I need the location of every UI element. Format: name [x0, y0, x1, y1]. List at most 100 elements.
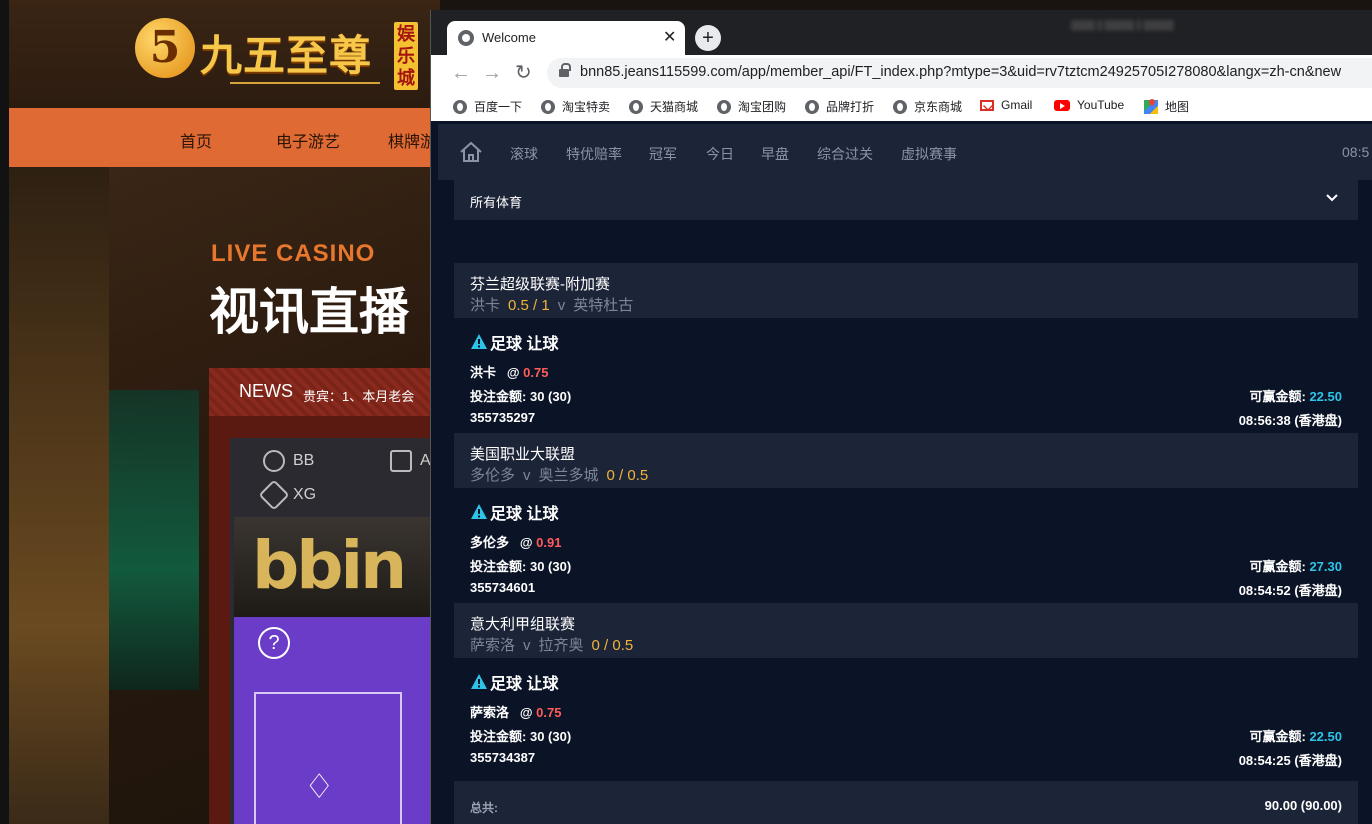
- clock-display: 08:5: [1342, 144, 1370, 160]
- new-tab-button[interactable]: +: [695, 25, 721, 51]
- background-side-art: [9, 167, 109, 824]
- game-tab-label: XG: [293, 486, 317, 503]
- bookmark-taobao-sale[interactable]: 淘宝特卖: [541, 98, 610, 115]
- nav-special-odds[interactable]: 特优赔率: [566, 144, 622, 164]
- win-value: 22.50: [1309, 389, 1342, 404]
- forward-arrow-icon[interactable]: →: [482, 61, 502, 85]
- sport-filter-value: 所有体育: [470, 195, 523, 210]
- casino-nav-slots[interactable]: 电子游艺: [276, 128, 340, 152]
- bookmark-label: 天猫商城: [650, 100, 699, 114]
- total-value: 90.00 (90.00): [1264, 798, 1342, 813]
- ticket-number: 355735297: [470, 410, 536, 425]
- selection-team: 多伦多: [470, 535, 510, 550]
- bookmark-jd[interactable]: 京东商城: [893, 98, 962, 115]
- globe-icon: [458, 30, 474, 46]
- news-ticker: NEWS 贵宾：1、本月老会: [209, 368, 440, 416]
- background-casino-site: 5 九五至尊 娱乐城 首页 电子游艺 棋牌游 LIVE CASINO 视讯直播 …: [0, 0, 440, 824]
- bet-selection: 洪卡 @ 0.75: [470, 362, 548, 381]
- browser-tab-strip: Welcome ✕ + ▯▯▯▯ | ▯▯▯▯▯ | ▯▯▯▯▯: [431, 10, 1372, 55]
- bet-history-page: 滚球 特优赔率 冠军 今日 早盘 综合过关 虚拟赛事 08:5 所有体育 芬兰超…: [438, 121, 1372, 824]
- bookmark-brand-discount[interactable]: 品牌打折: [805, 98, 874, 115]
- nav-parlay[interactable]: 综合过关: [817, 144, 873, 164]
- ticket-number: 355734601: [470, 580, 536, 595]
- bet-type: 足球 让球: [470, 330, 558, 354]
- bookmark-taobao-group[interactable]: 淘宝团购: [717, 98, 786, 115]
- selection-team: 洪卡: [470, 365, 497, 380]
- reload-icon[interactable]: ↻: [515, 61, 532, 85]
- league-name: 美国职业大联盟: [470, 446, 576, 463]
- bookmark-baidu[interactable]: 百度一下: [453, 98, 522, 115]
- versus-label: v: [557, 297, 566, 314]
- address-bar[interactable]: bnn85.jeans115599.com/app/member_api/FT_…: [547, 58, 1372, 88]
- close-icon[interactable]: ✕: [663, 27, 676, 47]
- back-arrow-icon[interactable]: ←: [451, 61, 471, 85]
- win-label: 可赢金额:: [1249, 389, 1306, 404]
- warning-icon: [471, 504, 487, 519]
- globe-icon: [893, 99, 907, 114]
- globe-icon: [453, 99, 467, 114]
- help-icon[interactable]: ?: [258, 627, 290, 659]
- versus-label: v: [523, 637, 531, 654]
- bookmark-tmall[interactable]: 天猫商城: [629, 98, 698, 115]
- bbin-game-card[interactable]: ? ♢: [234, 617, 440, 824]
- game-tab-label: BB: [293, 452, 315, 469]
- lock-icon[interactable]: [559, 63, 571, 79]
- nav-today[interactable]: 今日: [706, 144, 734, 164]
- live-casino-heading: LIVE CASINO: [211, 240, 376, 267]
- nav-early[interactable]: 早盘: [761, 144, 789, 164]
- bookmark-maps[interactable]: 地图: [1144, 98, 1189, 115]
- casino-nav-bar: 首页 电子游艺 棋牌游: [9, 108, 440, 167]
- odds-value: 0.75: [523, 365, 549, 380]
- casino-nav-cards[interactable]: 棋牌游: [388, 128, 436, 152]
- sport-filter-dropdown[interactable]: 所有体育: [454, 180, 1358, 220]
- blurred-window-title: ▯▯▯▯ | ▯▯▯▯▯ | ▯▯▯▯▯: [1071, 19, 1174, 31]
- game-tab-bb[interactable]: BB: [263, 450, 314, 472]
- sportsbook-top-nav: 滚球 特优赔率 冠军 今日 早盘 综合过关 虚拟赛事 08:5: [438, 124, 1372, 180]
- match-header: 美国职业大联盟 多伦多 v 奥兰多城 0 / 0.5: [454, 433, 1358, 488]
- bet-time: 08:56:38 (香港盘): [1238, 413, 1342, 428]
- casino-logo-badge: 娱乐城: [394, 22, 418, 90]
- total-label: 总共:: [470, 801, 498, 815]
- casino-logo-icon[interactable]: 5: [135, 18, 195, 78]
- bet-type-label: 足球 让球: [490, 676, 559, 693]
- game-tab-xg[interactable]: XG: [258, 479, 317, 511]
- stake-line: 投注金额: 30 (30): [470, 726, 571, 745]
- win-value: 27.30: [1309, 559, 1342, 574]
- chevron-down-icon: [1324, 189, 1340, 205]
- logo-flourish-divider: [230, 82, 380, 84]
- win-label: 可赢金额:: [1249, 559, 1306, 574]
- bookmark-gmail[interactable]: Gmail: [980, 98, 1032, 112]
- gmail-icon: [980, 99, 994, 111]
- nav-live[interactable]: 滚球: [510, 144, 538, 164]
- home-icon[interactable]: [459, 141, 483, 163]
- nav-virtual[interactable]: 虚拟赛事: [901, 144, 957, 164]
- stake-label: 投注金额:: [470, 559, 527, 574]
- bookmark-youtube[interactable]: YouTube: [1054, 98, 1124, 112]
- url-text[interactable]: bnn85.jeans115599.com/app/member_api/FT_…: [580, 64, 1341, 80]
- stake-value: 30 (30): [529, 389, 572, 404]
- casino-nav-home[interactable]: 首页: [180, 128, 212, 152]
- browser-toolbar: ← → ↻ bnn85.jeans115599.com/app/member_a…: [431, 55, 1372, 91]
- away-team: 奥兰多城: [538, 467, 599, 484]
- bookmark-label: Gmail: [1001, 98, 1033, 112]
- match-teams: 多伦多 v 奥兰多城 0 / 0.5: [470, 464, 648, 485]
- browser-tab-welcome[interactable]: Welcome ✕: [447, 21, 685, 55]
- odds-value: 0.91: [536, 535, 562, 550]
- globe-icon: [805, 99, 819, 114]
- casino-logo-text[interactable]: 九五至尊: [200, 22, 372, 83]
- globe-icon: [541, 99, 555, 114]
- handicap-value: 0 / 0.5: [591, 637, 634, 654]
- nav-outright[interactable]: 冠军: [649, 144, 677, 164]
- stake-label: 投注金额:: [470, 389, 527, 404]
- bet-time: 08:54:52 (香港盘): [1238, 583, 1342, 598]
- match-teams: 洪卡 0.5 / 1 v 英特杜古: [470, 294, 633, 315]
- browser-window: Welcome ✕ + ▯▯▯▯ | ▯▯▯▯▯ | ▯▯▯▯▯ ← → ↻ b…: [430, 10, 1372, 824]
- match-header: 意大利甲组联赛 萨索洛 v 拉齐奥 0 / 0.5: [454, 603, 1358, 658]
- home-team: 洪卡: [470, 297, 501, 314]
- home-team: 多伦多: [470, 467, 516, 484]
- win-line: 可赢金额: 27.30: [1249, 556, 1342, 575]
- handicap-value: 0.5 / 1: [508, 297, 550, 314]
- bbin-banner[interactable]: bbin: [234, 517, 440, 617]
- bet-selection: 多伦多 @ 0.91: [470, 532, 561, 551]
- bet-selection: 萨索洛 @ 0.75: [470, 702, 561, 721]
